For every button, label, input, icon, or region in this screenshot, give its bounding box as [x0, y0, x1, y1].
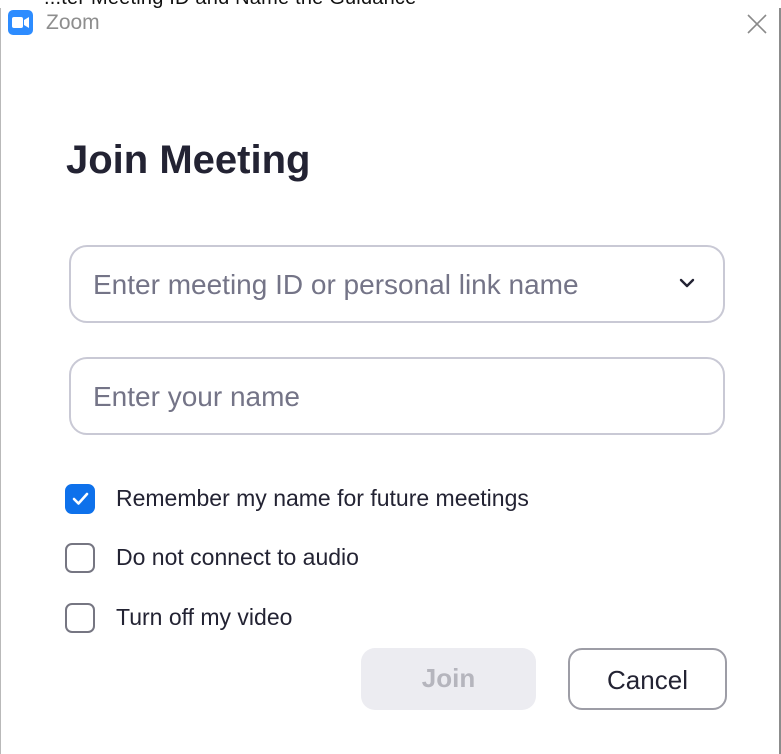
- page-title: Join Meeting: [66, 138, 311, 182]
- chevron-down-icon: [679, 278, 695, 288]
- remember-name-label: Remember my name for future meetings: [116, 485, 529, 511]
- no-audio-label: Do not connect to audio: [116, 544, 359, 570]
- zoom-join-dialog: Zoom Join Meeting Remember my name for f…: [0, 8, 781, 754]
- close-icon: [747, 14, 767, 34]
- remember-name-checkbox[interactable]: [65, 484, 95, 514]
- remember-name-option[interactable]: Remember my name for future meetings: [65, 482, 585, 516]
- no-audio-option[interactable]: Do not connect to audio: [65, 541, 585, 575]
- title-bar: Zoom: [1, 8, 779, 42]
- meeting-history-dropdown-button[interactable]: [671, 269, 703, 299]
- video-off-option[interactable]: Turn off my video: [65, 601, 585, 635]
- meeting-id-field: [69, 245, 725, 323]
- join-button[interactable]: Join: [361, 648, 536, 710]
- checkmark-icon: [72, 492, 89, 505]
- meeting-id-input[interactable]: [91, 247, 655, 323]
- close-button[interactable]: [743, 10, 771, 38]
- window-title: Zoom: [46, 11, 100, 34]
- video-off-label: Turn off my video: [116, 604, 293, 630]
- no-audio-checkbox[interactable]: [65, 543, 95, 573]
- zoom-camera-icon: [8, 10, 33, 35]
- cancel-button[interactable]: Cancel: [568, 648, 727, 710]
- name-input[interactable]: [91, 359, 705, 435]
- name-field: [69, 357, 725, 435]
- video-off-checkbox[interactable]: [65, 603, 95, 633]
